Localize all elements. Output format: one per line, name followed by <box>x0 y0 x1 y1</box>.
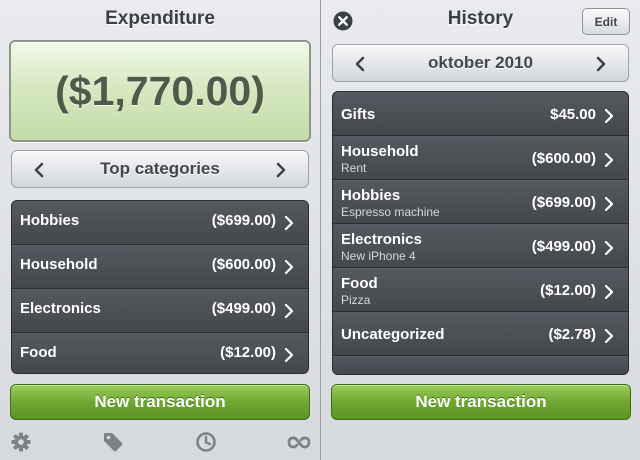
new-transaction-button[interactable]: New transaction <box>10 384 310 420</box>
chevron-right-icon <box>284 260 294 274</box>
transaction-list: Gifts $45.00 Household Rent ($600.00) Ho… <box>332 91 629 375</box>
month-selector: oktober 2010 <box>332 44 629 82</box>
chevron-right-icon <box>604 153 614 167</box>
category-label: Food <box>20 344 57 361</box>
new-transaction-button[interactable]: New transaction <box>331 384 631 420</box>
category-list: Hobbies ($699.00) Household ($600.00) El… <box>11 200 309 374</box>
chevron-right-icon <box>284 216 294 230</box>
total-amount-display: ($1,770.00) <box>9 40 311 142</box>
selector-label: Top categories <box>100 159 220 178</box>
transaction-amount: ($12.00) <box>540 282 596 299</box>
expenditure-screen: Expenditure ($1,770.00) Top categories H… <box>0 0 320 460</box>
transaction-amount: ($699.00) <box>531 194 596 211</box>
tab-bar <box>0 426 320 460</box>
category-amount: ($699.00) <box>211 212 276 229</box>
edit-button[interactable]: Edit <box>582 8 630 35</box>
transaction-category: Gifts <box>341 106 376 123</box>
transaction-category: Household <box>341 143 419 160</box>
category-label: Electronics <box>20 300 101 317</box>
transaction-row[interactable]: Uncategorized ($2.78) <box>333 312 628 356</box>
transaction-amount: ($600.00) <box>531 150 596 167</box>
transaction-category: Food <box>341 275 378 292</box>
category-label: Hobbies <box>20 212 80 229</box>
month-label: oktober 2010 <box>428 53 533 72</box>
chevron-right-icon <box>284 348 294 362</box>
transaction-note: Espresso machine <box>341 205 440 219</box>
transaction-row[interactable]: Hobbies Espresso machine ($699.00) <box>333 180 628 224</box>
category-amount: ($499.00) <box>211 300 276 317</box>
transaction-row[interactable]: Gifts $45.00 <box>333 92 628 136</box>
chevron-right-icon[interactable] <box>272 162 288 178</box>
transaction-amount: $45.00 <box>550 106 596 123</box>
category-row[interactable]: Electronics ($499.00) <box>12 289 308 333</box>
repeat-icon[interactable] <box>286 431 312 453</box>
category-period-selector: Top categories <box>11 150 309 188</box>
transaction-row[interactable]: Food Pizza ($12.00) <box>333 268 628 312</box>
transaction-note: Pizza <box>341 293 371 307</box>
expenditure-title: Expenditure <box>105 8 215 29</box>
chevron-right-icon <box>604 241 614 255</box>
chevron-right-icon <box>604 197 614 211</box>
category-row[interactable]: Household ($600.00) <box>12 245 308 289</box>
category-label: Household <box>20 256 98 273</box>
category-amount: ($600.00) <box>211 256 276 273</box>
category-row[interactable]: Food ($12.00) <box>12 333 308 373</box>
chevron-right-icon <box>604 109 614 123</box>
transaction-row[interactable]: Household Rent ($600.00) <box>333 136 628 180</box>
transaction-amount: ($2.78) <box>548 326 596 343</box>
transaction-note: New iPhone 4 <box>341 249 416 263</box>
tag-icon[interactable] <box>102 431 124 453</box>
category-row[interactable]: Hobbies ($699.00) <box>12 201 308 245</box>
chevron-right-icon <box>604 285 614 299</box>
history-screen: History Edit oktober 2010 Gifts $45.00 H… <box>320 0 640 460</box>
category-amount: ($12.00) <box>220 344 276 361</box>
transaction-amount: ($499.00) <box>531 238 596 255</box>
gear-icon[interactable] <box>10 431 32 453</box>
transaction-note: Rent <box>341 161 367 175</box>
transaction-row-partial[interactable] <box>333 356 628 374</box>
total-amount: ($1,770.00) <box>55 67 265 114</box>
transaction-category: Uncategorized <box>341 326 445 343</box>
transaction-category: Electronics <box>341 231 422 248</box>
transaction-row[interactable]: Electronics New iPhone 4 ($499.00) <box>333 224 628 268</box>
clock-icon[interactable] <box>195 431 217 453</box>
chevron-right-icon <box>284 304 294 318</box>
chevron-right-icon[interactable] <box>592 56 608 72</box>
transaction-category: Hobbies <box>341 187 401 204</box>
chevron-right-icon <box>604 329 614 343</box>
